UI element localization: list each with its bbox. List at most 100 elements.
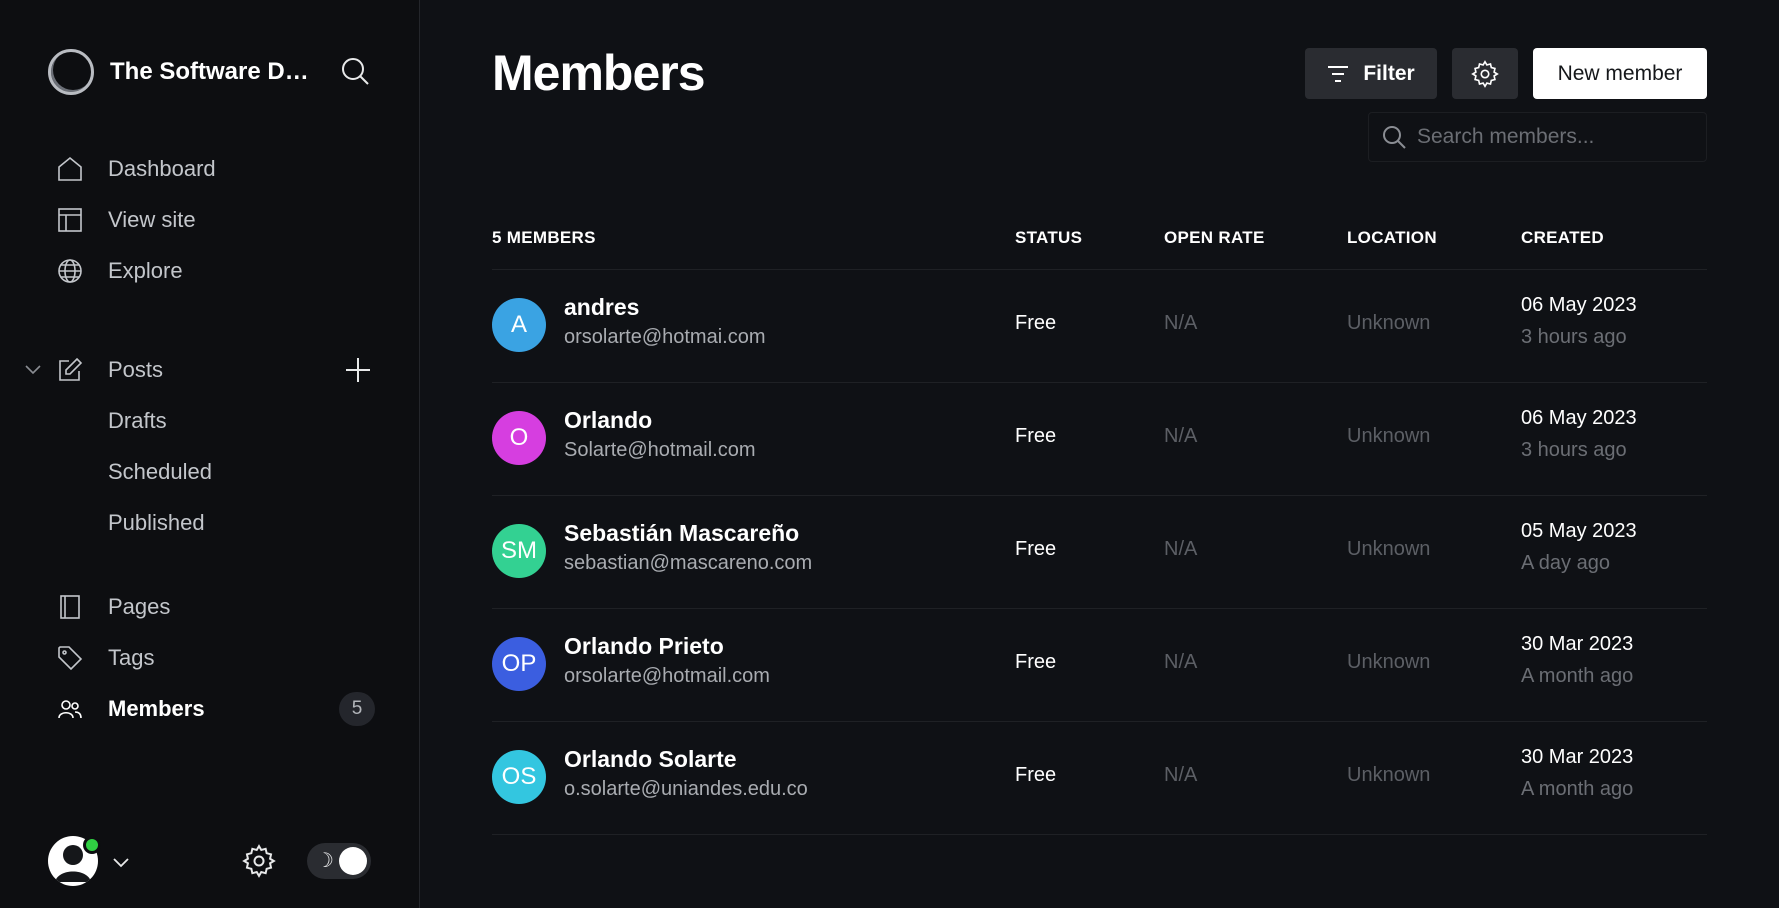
nav-item-posts[interactable]: Posts (56, 350, 163, 390)
search-icon[interactable] (340, 56, 370, 86)
new-member-label: New member (1557, 61, 1683, 85)
layout-icon (56, 206, 84, 234)
member-created-date: 30 Mar 2023 (1521, 746, 1634, 768)
member-name: Orlando Solarte (564, 746, 737, 772)
nav-item-dashboard[interactable]: Dashboard (56, 149, 216, 189)
nav-label: Drafts (108, 408, 167, 433)
member-avatar: SM (492, 524, 546, 578)
table-row[interactable]: O Orlando Solarte@hotmail.com Free N/A U… (492, 383, 1707, 496)
member-avatar: A (492, 298, 546, 352)
column-header-status[interactable]: STATUS (1015, 228, 1082, 248)
nav-item-members[interactable]: Members (56, 689, 205, 729)
settings-button[interactable] (1452, 48, 1518, 99)
member-location: Unknown (1347, 764, 1431, 786)
member-created-ago: A month ago (1521, 778, 1634, 800)
member-created-ago: A day ago (1521, 552, 1610, 574)
member-name: andres (564, 294, 640, 320)
member-created-date: 06 May 2023 (1521, 294, 1637, 316)
member-open-rate: N/A (1164, 425, 1198, 447)
column-header-created[interactable]: CREATED (1521, 228, 1604, 248)
column-header-open-rate[interactable]: OPEN RATE (1164, 228, 1265, 248)
member-created-date: 30 Mar 2023 (1521, 633, 1634, 655)
gear-icon[interactable] (242, 844, 276, 878)
nav-label: Members (108, 696, 205, 721)
nav-item-explore[interactable]: Explore (56, 251, 183, 291)
online-status-dot (83, 836, 101, 854)
member-email: Solarte@hotmail.com (564, 439, 756, 461)
table-row[interactable]: SM Sebastián Mascareño sebastian@mascare… (492, 496, 1707, 609)
member-email: o.solarte@uniandes.edu.co (564, 778, 808, 800)
nav-item-tags[interactable]: Tags (56, 638, 154, 678)
edit-icon (56, 356, 84, 384)
nav-item-view-site[interactable]: View site (56, 200, 196, 240)
member-avatar: OS (492, 750, 546, 804)
site-name: The Software De... (110, 58, 310, 85)
new-member-button[interactable]: New member (1533, 48, 1707, 99)
tag-icon (56, 644, 84, 672)
filter-button[interactable]: Filter (1305, 48, 1437, 99)
nav-label: Pages (108, 594, 171, 619)
nav-item-pages[interactable]: Pages (56, 587, 170, 627)
member-created-ago: 3 hours ago (1521, 439, 1627, 461)
members-count-badge: 5 (339, 692, 375, 726)
member-name: Sebastián Mascareño (564, 520, 800, 546)
member-status: Free (1015, 651, 1057, 673)
member-name: Orlando Prieto (564, 633, 724, 659)
search-input[interactable] (1417, 125, 1687, 149)
table-row[interactable]: A andres orsolarte@hotmai.com Free N/A U… (492, 270, 1707, 383)
nav-label: Posts (108, 357, 164, 382)
member-status: Free (1015, 764, 1057, 786)
member-search[interactable] (1368, 112, 1707, 162)
nav-item-published[interactable]: Published (108, 503, 205, 543)
column-header-location[interactable]: LOCATION (1347, 228, 1437, 248)
plus-icon[interactable] (344, 356, 372, 384)
brand[interactable]: The Software De... (48, 48, 310, 96)
chevron-down-icon[interactable] (22, 358, 44, 380)
member-created-date: 06 May 2023 (1521, 407, 1637, 429)
member-status: Free (1015, 312, 1057, 334)
globe-icon (56, 257, 84, 285)
member-email: sebastian@mascareno.com (564, 552, 813, 574)
member-open-rate: N/A (1164, 538, 1198, 560)
member-created-ago: 3 hours ago (1521, 326, 1627, 348)
gear-icon (1471, 59, 1499, 88)
site-logo (48, 49, 94, 95)
member-location: Unknown (1347, 651, 1431, 673)
member-created-date: 05 May 2023 (1521, 520, 1637, 542)
nav-label: Dashboard (108, 156, 216, 181)
member-open-rate: N/A (1164, 651, 1198, 673)
home-icon (56, 155, 84, 183)
nav-label: Scheduled (108, 459, 212, 484)
theme-toggle[interactable]: ☽ (307, 843, 371, 879)
nav-item-scheduled[interactable]: Scheduled (108, 452, 212, 492)
member-email: orsolarte@hotmai.com (564, 326, 766, 348)
chevron-down-icon[interactable] (110, 851, 132, 873)
member-location: Unknown (1347, 425, 1431, 447)
page-icon (56, 593, 84, 621)
toggle-knob (339, 847, 367, 875)
page-title: Members (492, 45, 706, 101)
nav-label: Tags (108, 645, 155, 670)
member-name: Orlando (564, 407, 653, 433)
member-email: orsolarte@hotmail.com (564, 665, 770, 687)
member-open-rate: N/A (1164, 764, 1198, 786)
filter-label: Filter (1363, 61, 1415, 85)
member-location: Unknown (1347, 312, 1431, 334)
nav-item-drafts[interactable]: Drafts (108, 401, 167, 441)
member-avatar: O (492, 411, 546, 465)
member-status: Free (1015, 425, 1057, 447)
member-location: Unknown (1347, 538, 1431, 560)
filter-icon (1328, 65, 1349, 82)
nav-label: Explore (108, 258, 183, 283)
search-icon (1383, 126, 1406, 149)
member-open-rate: N/A (1164, 312, 1198, 334)
table-row[interactable]: OP Orlando Prieto orsolarte@hotmail.com … (492, 609, 1707, 722)
member-avatar: OP (492, 637, 546, 691)
moon-icon: ☽ (316, 850, 334, 872)
member-created-ago: A month ago (1521, 665, 1634, 687)
users-icon (56, 695, 84, 723)
nav-label: View site (108, 207, 196, 232)
table-row[interactable]: OS Orlando Solarte o.solarte@uniandes.ed… (492, 722, 1707, 835)
column-header-members: 5 MEMBERS (492, 228, 596, 247)
nav-label: Published (108, 510, 205, 535)
